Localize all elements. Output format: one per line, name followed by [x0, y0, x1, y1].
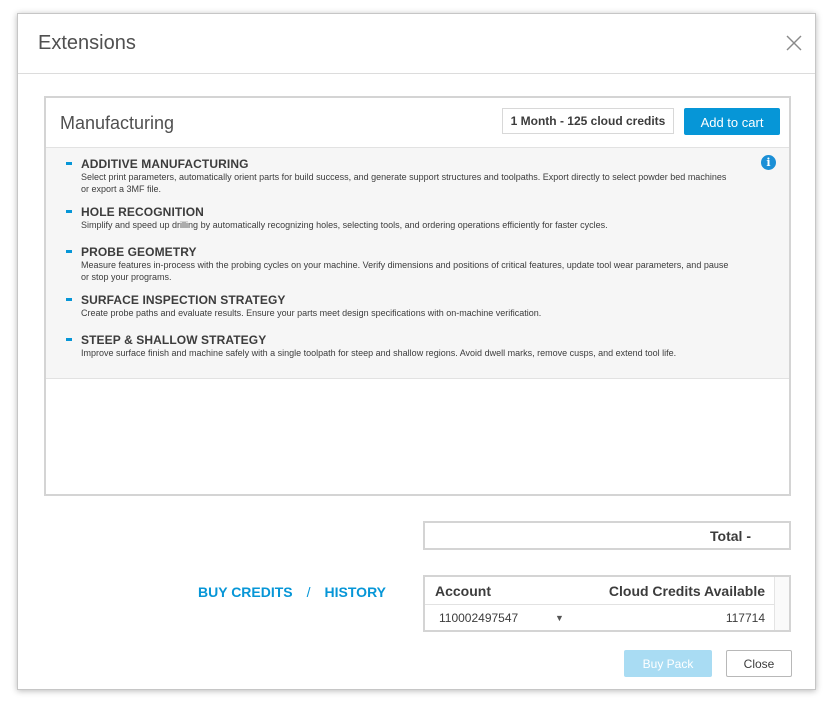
close-icon[interactable] — [783, 32, 805, 54]
account-row: 110002497547 ▼ 117714 — [425, 605, 789, 632]
bullet-dash-icon — [66, 298, 72, 301]
feature-description: Simplify and speed up drilling by automa… — [81, 220, 608, 230]
feature-description: Select print parameters, automatically o… — [81, 172, 727, 194]
account-select[interactable]: 110002497547 ▼ — [439, 611, 569, 627]
manufacturing-panel: Manufacturing 1 Month - 125 cloud credit… — [44, 96, 791, 496]
account-number: 110002497547 — [439, 611, 519, 625]
feature-name: PROBE GEOMETRY — [81, 245, 197, 259]
panel-title: Manufacturing — [60, 113, 175, 133]
plan-selector[interactable]: 1 Month - 125 cloud credits — [502, 108, 674, 134]
buy-credits-link[interactable]: BUY CREDITS — [198, 584, 293, 600]
account-column-header: Account — [435, 583, 491, 599]
link-separator: / — [306, 584, 311, 600]
feature-name: SURFACE INSPECTION STRATEGY — [81, 293, 286, 307]
feature-description: Create probe paths and evaluate results.… — [81, 308, 542, 318]
panel-header: Manufacturing 1 Month - 125 cloud credit… — [46, 98, 789, 148]
credits-available: 117714 — [725, 611, 765, 625]
history-link[interactable]: HISTORY — [325, 584, 386, 600]
account-table-header: Account Cloud Credits Available — [425, 577, 789, 605]
feature-description: Improve surface finish and machine safel… — [81, 348, 677, 358]
dialog-title: Extensions — [38, 32, 136, 54]
buy-pack-button[interactable]: Buy Pack — [624, 650, 712, 677]
bullet-dash-icon — [66, 162, 72, 165]
feature-name: STEEP & SHALLOW STRATEGY — [81, 333, 267, 347]
close-button[interactable]: Close — [726, 650, 792, 677]
bullet-dash-icon — [66, 210, 72, 213]
feature-list: ADDITIVE MANUFACTURING Select print para… — [46, 148, 789, 379]
credit-links: BUY CREDITS / HISTORY — [198, 584, 386, 600]
triangle-down-icon[interactable]: ▼ — [555, 613, 564, 623]
extensions-dialog: Extensions Manufacturing 1 Month - 125 c… — [17, 13, 816, 690]
bullet-dash-icon — [66, 250, 72, 253]
dialog-header: Extensions — [18, 14, 815, 74]
feature-description: Measure features in-process with the pro… — [81, 260, 729, 282]
add-to-cart-button[interactable]: Add to cart — [684, 108, 780, 135]
account-scrollbar[interactable] — [774, 577, 789, 630]
total-box: Total - — [423, 521, 791, 550]
total-label: Total - — [710, 528, 751, 544]
feature-name: ADDITIVE MANUFACTURING — [81, 157, 249, 171]
bullet-dash-icon — [66, 338, 72, 341]
info-icon[interactable]: i — [761, 155, 776, 170]
account-table: Account Cloud Credits Available 11000249… — [423, 575, 791, 632]
credits-column-header: Cloud Credits Available — [608, 583, 765, 599]
feature-name: HOLE RECOGNITION — [81, 205, 204, 219]
